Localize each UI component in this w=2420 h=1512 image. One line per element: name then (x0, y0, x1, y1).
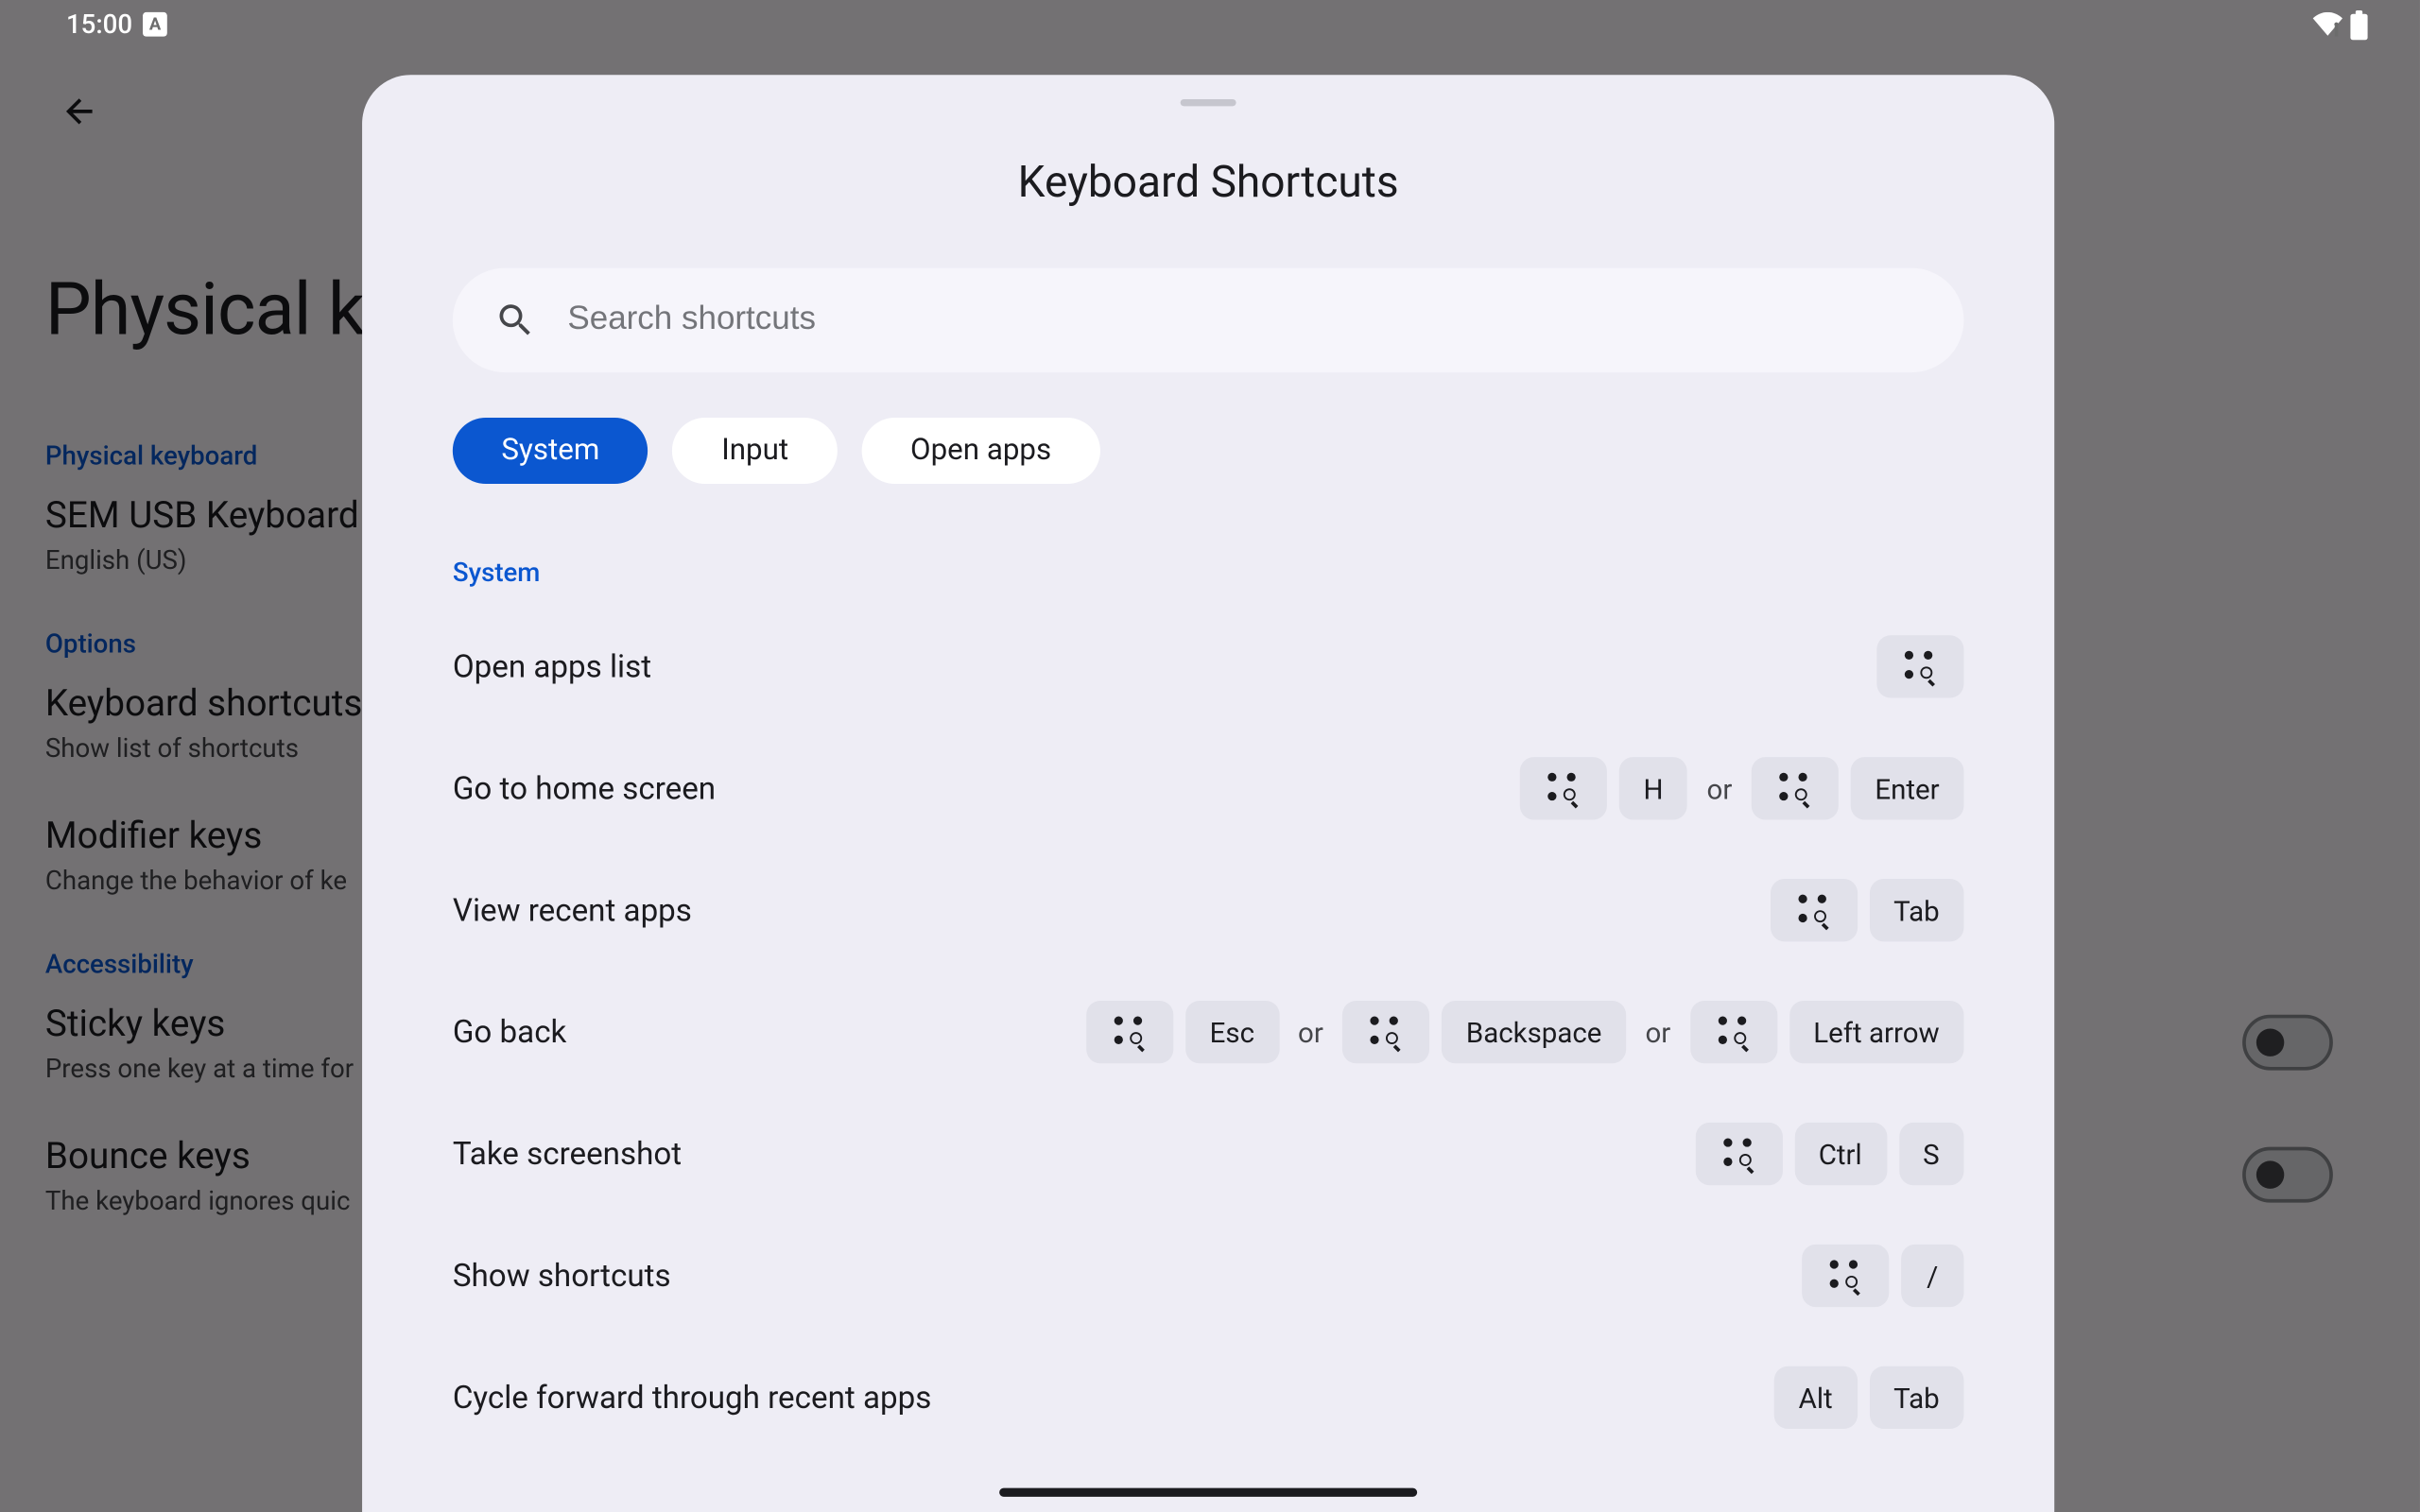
search-key-icon (1802, 1245, 1889, 1307)
key-h: H (1619, 757, 1688, 819)
shortcut-label: View recent apps (453, 892, 692, 929)
key-backspace: Backspace (1442, 1001, 1626, 1063)
key-alt: Alt (1774, 1366, 1858, 1429)
sheet-title: Keyboard Shortcuts (453, 159, 1964, 209)
key-tab: Tab (1869, 1366, 1963, 1429)
tab-open-apps[interactable]: Open apps (861, 418, 1099, 484)
sheet-grabber[interactable] (1181, 99, 1236, 106)
or-separator: or (1291, 1016, 1331, 1049)
keyboard-shortcuts-sheet: Keyboard Shortcuts System Input Open app… (362, 75, 2054, 1512)
search-input[interactable] (567, 301, 1922, 340)
search-key-icon (1086, 1001, 1173, 1063)
tab-input[interactable]: Input (673, 418, 838, 484)
shortcut-show-shortcuts: Show shortcuts / (453, 1215, 1964, 1337)
key-enter: Enter (1851, 757, 1964, 819)
shortcut-open-apps-list: Open apps list (453, 606, 1964, 728)
status-bar: 15:00 A (0, 0, 2420, 49)
shortcut-label: Open apps list (453, 648, 651, 685)
key-ctrl: Ctrl (1794, 1123, 1887, 1185)
status-time: 15:00 (66, 9, 132, 40)
search-icon (494, 300, 536, 341)
key-left-arrow: Left arrow (1789, 1001, 1964, 1063)
shortcut-recent-apps: View recent apps Tab (453, 850, 1964, 971)
search-key-icon (1770, 879, 1857, 941)
search-shortcuts-field[interactable] (453, 268, 1964, 373)
key-tab: Tab (1869, 879, 1963, 941)
section-heading-system: System (453, 557, 1964, 588)
or-separator: or (1700, 772, 1739, 805)
search-key-icon (1520, 757, 1607, 819)
shortcut-screenshot: Take screenshot Ctrl S (453, 1093, 1964, 1215)
search-key-icon (1876, 635, 1963, 697)
key-esc: Esc (1185, 1001, 1279, 1063)
search-key-icon (1342, 1001, 1429, 1063)
shortcut-cycle-forward: Cycle forward through recent apps Alt Ta… (453, 1336, 1964, 1458)
shortcut-label: Take screenshot (453, 1136, 682, 1173)
shortcut-label: Cycle forward through recent apps (453, 1380, 931, 1417)
battery-icon (2350, 9, 2367, 39)
shortcut-label: Go to home screen (453, 770, 716, 807)
navigation-pill[interactable] (999, 1488, 1417, 1497)
search-key-icon (1695, 1123, 1782, 1185)
wifi-icon (2312, 12, 2343, 37)
shortcut-go-home: Go to home screen H or Enter (453, 728, 1964, 850)
shortcut-go-back: Go back Esc or Backspace or Left arrow (453, 971, 1964, 1093)
tab-system[interactable]: System (453, 418, 648, 484)
key-slash: / (1901, 1245, 1963, 1307)
search-key-icon (1690, 1001, 1777, 1063)
or-separator: or (1638, 1016, 1678, 1049)
key-s: S (1898, 1123, 1963, 1185)
status-badge-icon: A (143, 12, 167, 37)
tab-bar: System Input Open apps (453, 418, 1964, 484)
search-key-icon (1752, 757, 1839, 819)
shortcut-label: Go back (453, 1014, 567, 1051)
shortcut-label: Show shortcuts (453, 1258, 671, 1295)
